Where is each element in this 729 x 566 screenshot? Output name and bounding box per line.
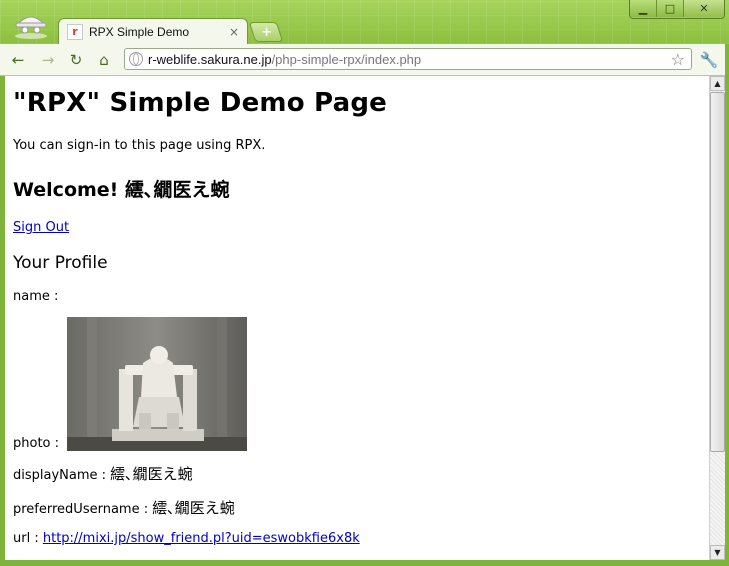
url-text[interactable]: r-weblife.sakura.ne.jp/php-simple-rpx/in…	[148, 52, 671, 67]
home-button[interactable]: ⌂	[94, 50, 114, 70]
vertical-scrollbar[interactable]: ▲ ▼	[709, 76, 725, 560]
wrench-icon: 🔧	[699, 51, 719, 69]
forward-arrow-icon: →	[41, 51, 55, 69]
window-frame-bottom	[0, 560, 729, 566]
name-label: name :	[13, 289, 59, 304]
minimize-button[interactable]: ▁	[630, 0, 656, 17]
plus-icon: +	[260, 24, 272, 40]
star-icon[interactable]: ☆	[671, 50, 685, 69]
photo-label: photo :	[13, 436, 60, 451]
minimize-icon: ▁	[638, 2, 648, 15]
page-content: "RPX" Simple Demo Page You can sign-in t…	[5, 76, 709, 560]
name-row: name :	[13, 289, 701, 304]
arrow-down-icon: ▼	[714, 548, 721, 557]
preferred-username-row: preferredUsername : 繧､繝医え蜿	[13, 497, 701, 518]
tab-rpx-simple-demo[interactable]: r RPX Simple Demo ×	[58, 18, 248, 44]
scroll-down-button[interactable]: ▼	[710, 545, 725, 560]
url-host: r-weblife.sakura.ne.jp	[148, 51, 272, 67]
back-button[interactable]: ←	[8, 50, 28, 70]
address-bar[interactable]: r-weblife.sakura.ne.jp/php-simple-rpx/in…	[124, 48, 692, 70]
page-viewport: "RPX" Simple Demo Page You can sign-in t…	[5, 76, 709, 560]
forward-button[interactable]: →	[38, 50, 58, 70]
profile-url-link[interactable]: http://mixi.jp/show_friend.pl?uid=eswobk…	[43, 531, 360, 546]
profile-heading: Your Profile	[13, 253, 108, 273]
display-name-label: displayName :	[13, 468, 107, 483]
tab-title: RPX Simple Demo	[89, 24, 190, 39]
arrow-up-icon: ▲	[714, 79, 721, 88]
incognito-avatar-icon	[15, 16, 47, 39]
preferred-username-label: preferredUsername :	[13, 502, 149, 517]
url-row: url : http://mixi.jp/show_friend.pl?uid=…	[13, 531, 701, 546]
close-window-button[interactable]: ✕	[683, 0, 724, 17]
back-arrow-icon: ←	[11, 51, 25, 69]
welcome-heading: Welcome! 繧､繝医え蜿	[13, 179, 230, 201]
display-name-value: 繧､繝医え蜿	[110, 465, 193, 483]
page-title: "RPX" Simple Demo Page	[13, 88, 387, 118]
sign-out-link[interactable]: Sign Out	[13, 220, 69, 235]
favicon-icon: r	[67, 23, 83, 40]
maximize-icon: □	[664, 2, 676, 15]
window-controls: ▁ □ ✕	[629, 0, 725, 19]
globe-icon	[129, 52, 143, 66]
tab-close-button[interactable]: ×	[229, 25, 239, 39]
browser-toolbar: ← → ↻ ⌂ r-weblife.sakura.ne.jp/php-simpl…	[0, 44, 729, 76]
reload-button[interactable]: ↻	[66, 50, 86, 70]
profile-photo	[67, 317, 248, 451]
photo-row: photo :	[13, 317, 701, 451]
new-tab-button[interactable]: +	[248, 22, 284, 42]
url-label: url :	[13, 531, 39, 546]
scroll-up-button[interactable]: ▲	[710, 76, 725, 91]
title-bar: ▁ □ ✕ r RPX Simple Demo × +	[0, 0, 729, 44]
close-icon: ✕	[699, 2, 709, 15]
wrench-menu-button[interactable]: 🔧	[699, 50, 719, 70]
home-icon: ⌂	[99, 51, 109, 69]
window-frame-right	[725, 44, 729, 566]
intro-text: You can sign-in to this page using RPX.	[13, 138, 266, 153]
scrollbar-thumb[interactable]	[710, 92, 725, 452]
url-path: /php-simple-rpx/index.php	[271, 51, 422, 67]
preferred-username-value: 繧､繝医え蜿	[152, 499, 235, 517]
display-name-row: displayName : 繧､繝医え蜿	[13, 463, 701, 484]
reload-icon: ↻	[69, 51, 83, 69]
maximize-button[interactable]: □	[656, 0, 683, 17]
